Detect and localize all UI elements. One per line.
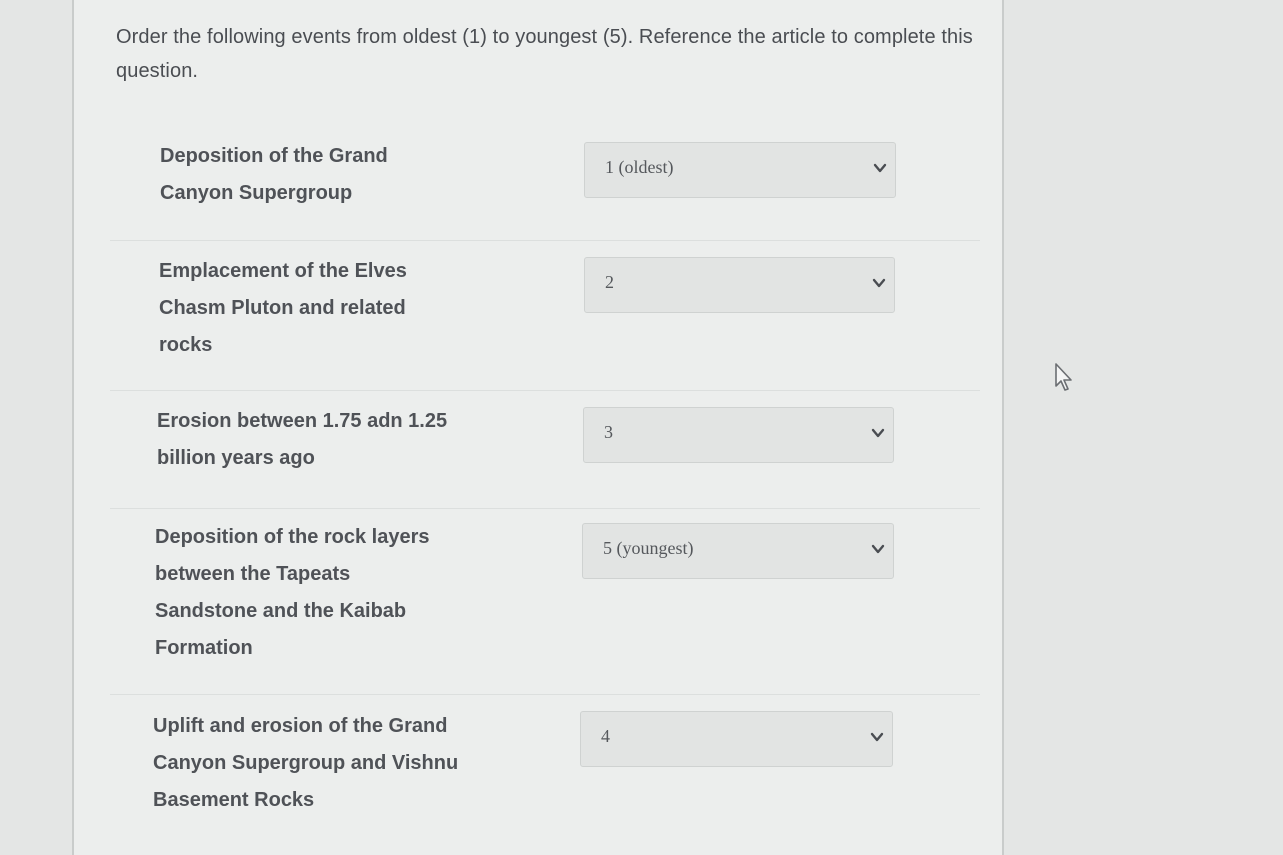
chevron-down-icon xyxy=(871,544,885,554)
question-card: Order the following events from oldest (… xyxy=(72,0,1004,855)
event-label-line: Chasm Pluton and related xyxy=(159,297,406,319)
event-label-line: Sandstone and the Kaibab xyxy=(155,600,407,622)
event-label-line: Canyon Supergroup and Vishnu xyxy=(153,752,459,774)
event-label-line: billion years ago xyxy=(157,447,315,469)
chevron-down-icon xyxy=(872,278,886,288)
order-select[interactable]: 3 xyxy=(583,407,894,463)
question-prompt: Order the following events from oldest (… xyxy=(116,26,973,82)
chevron-down-icon xyxy=(870,732,884,742)
ordering-row: Uplift and erosion of the Grand Canyon S… xyxy=(110,694,980,855)
ordering-row: Deposition of the rock layers between th… xyxy=(110,508,980,695)
event-label: Deposition of the rock layers between th… xyxy=(155,519,515,667)
event-label-line: Deposition of the rock layers xyxy=(155,526,430,548)
event-label-line: Basement Rocks xyxy=(153,789,315,811)
order-select[interactable]: 5 (youngest) xyxy=(582,523,894,579)
event-label-line: Deposition of the Grand xyxy=(160,145,388,167)
order-select-value: 2 xyxy=(605,272,614,292)
event-label-line: Emplacement of the Elves xyxy=(159,260,407,282)
event-label: Uplift and erosion of the Grand Canyon S… xyxy=(153,708,513,819)
order-select[interactable]: 2 xyxy=(584,257,895,313)
mouse-pointer-icon xyxy=(1055,363,1072,391)
chevron-down-icon xyxy=(871,428,885,438)
ordering-row: Erosion between 1.75 adn 1.25 billion ye… xyxy=(110,390,980,509)
event-label-line: Formation xyxy=(155,637,253,659)
event-label: Deposition of the Grand Canyon Supergrou… xyxy=(160,138,520,212)
event-label-line: Canyon Supergroup xyxy=(160,182,353,204)
event-label-line: rocks xyxy=(159,334,213,356)
ordering-row: Emplacement of the Elves Chasm Pluton an… xyxy=(110,240,980,391)
order-select-value: 4 xyxy=(601,726,610,746)
event-label: Emplacement of the Elves Chasm Pluton an… xyxy=(159,253,519,364)
order-select-value: 1 (oldest) xyxy=(605,157,674,177)
event-label: Erosion between 1.75 adn 1.25 billion ye… xyxy=(157,403,517,477)
order-select-value: 5 (youngest) xyxy=(603,538,694,558)
event-label-line: between the Tapeats xyxy=(155,563,351,585)
ordering-row: Deposition of the Grand Canyon Supergrou… xyxy=(110,128,980,240)
chevron-down-icon xyxy=(873,163,887,173)
order-select[interactable]: 4 xyxy=(580,711,893,767)
order-select-value: 3 xyxy=(604,422,613,442)
order-select[interactable]: 1 (oldest) xyxy=(584,142,896,198)
quiz-page: Order the following events from oldest (… xyxy=(0,0,1283,855)
event-label-line: Erosion between 1.75 adn 1.25 xyxy=(157,410,448,432)
event-label-line: Uplift and erosion of the Grand xyxy=(153,715,448,737)
